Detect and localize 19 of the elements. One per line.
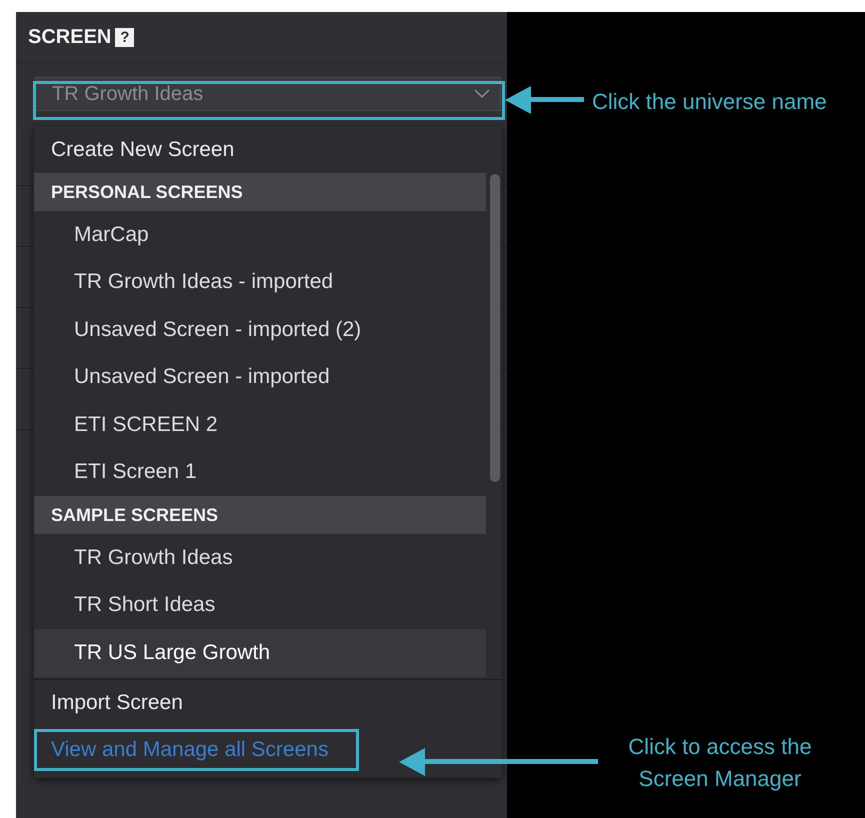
section-header: PERSONAL SCREENS (34, 173, 486, 211)
annotation-text: Click the universe name (592, 88, 827, 116)
screen-item[interactable]: TR US Large Growth (34, 629, 486, 676)
screen-item[interactable]: Unsaved Screen - imported (34, 354, 486, 401)
screen-item[interactable]: ETI Screen 1 (34, 448, 486, 496)
section-header: SAMPLE SCREENS (34, 496, 486, 534)
scrollbar[interactable] (490, 174, 500, 482)
screen-item[interactable]: TR Growth Ideas (34, 534, 486, 582)
screen-item[interactable]: TR Short Ideas (34, 582, 486, 629)
screen-item[interactable]: TR Growth Ideas - imported (34, 258, 486, 306)
menu-item[interactable]: Import Screen (34, 680, 183, 726)
panel-title: SCREEN (28, 26, 112, 48)
annotation-text: Click to access the Screen Manager (627, 733, 813, 793)
screen-item[interactable]: MarCap (34, 211, 486, 258)
help-icon[interactable]: ? (115, 28, 134, 46)
chevron-icon (474, 89, 490, 99)
menu-item[interactable]: Create New Screen (34, 126, 234, 173)
screen-item[interactable]: ETI SCREEN 2 (34, 401, 486, 448)
screen-item[interactable]: Unsaved Screen - imported (2) (34, 306, 486, 354)
